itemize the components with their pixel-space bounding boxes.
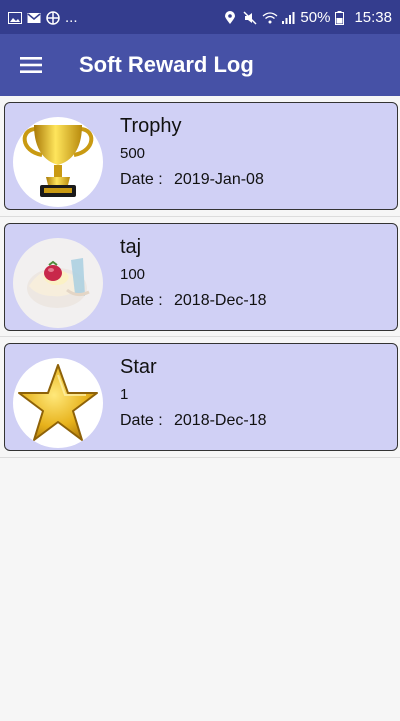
page-title: Soft Reward Log — [79, 52, 254, 77]
location-icon — [224, 11, 238, 24]
globe-icon — [46, 11, 60, 25]
reward-date: 2018-Dec-18 — [174, 412, 267, 429]
date-label: Date : — [120, 412, 163, 429]
reward-card[interactable]: taj 100 Date : 2018-Dec-18 — [4, 222, 398, 331]
reward-name: Star — [120, 356, 157, 378]
trophy-icon — [13, 117, 103, 207]
list-item-trophy: Trophy 500 Date : 2019-Jan-08 — [0, 96, 400, 217]
more-notifications: ... — [65, 8, 78, 26]
reward-name: Trophy — [120, 115, 182, 137]
list-item-star: Star 1 Date : 2018-Dec-18 — [0, 337, 400, 458]
list-item-taj: taj 100 Date : 2018-Dec-18 — [0, 217, 400, 337]
reward-list: Trophy 500 Date : 2019-Jan-08 taj 100 Da… — [0, 96, 400, 458]
date-label: Date : — [120, 291, 163, 309]
reward-date-line: Date : 2018-Dec-18 — [120, 412, 267, 430]
app-bar: Soft Reward Log — [0, 34, 400, 96]
reward-points: 1 — [120, 386, 129, 403]
mute-icon — [243, 11, 257, 25]
gallery-icon — [8, 11, 22, 24]
menu-icon — [20, 57, 42, 73]
reward-card[interactable]: Star 1 Date : 2018-Dec-18 — [4, 343, 398, 451]
reward-points: 100 — [120, 265, 146, 283]
reward-name: taj — [120, 235, 142, 258]
reward-date: 2019-Jan-08 — [174, 171, 264, 188]
mail-icon — [27, 11, 41, 23]
menu-button[interactable] — [16, 50, 46, 80]
battery-percent: 50% — [300, 8, 331, 26]
reward-points: 500 — [120, 145, 146, 162]
status-right: 50% 15:38 — [224, 9, 392, 26]
star-icon — [13, 358, 103, 448]
status-bar: ... 50% 15:38 — [0, 0, 400, 34]
reward-card[interactable]: Trophy 500 Date : 2019-Jan-08 — [4, 102, 398, 210]
status-left: ... — [8, 9, 78, 26]
reward-date-line: Date : 2019-Jan-08 — [120, 171, 264, 189]
clock: 15:38 — [354, 8, 392, 26]
dessert-icon — [13, 237, 103, 328]
wifi-icon — [262, 11, 278, 24]
reward-date-line: Date : 2018-Dec-18 — [120, 292, 267, 310]
signal-icon — [281, 11, 295, 24]
battery-icon — [335, 11, 349, 25]
reward-date: 2018-Dec-18 — [174, 291, 267, 309]
date-label: Date : — [120, 171, 163, 188]
